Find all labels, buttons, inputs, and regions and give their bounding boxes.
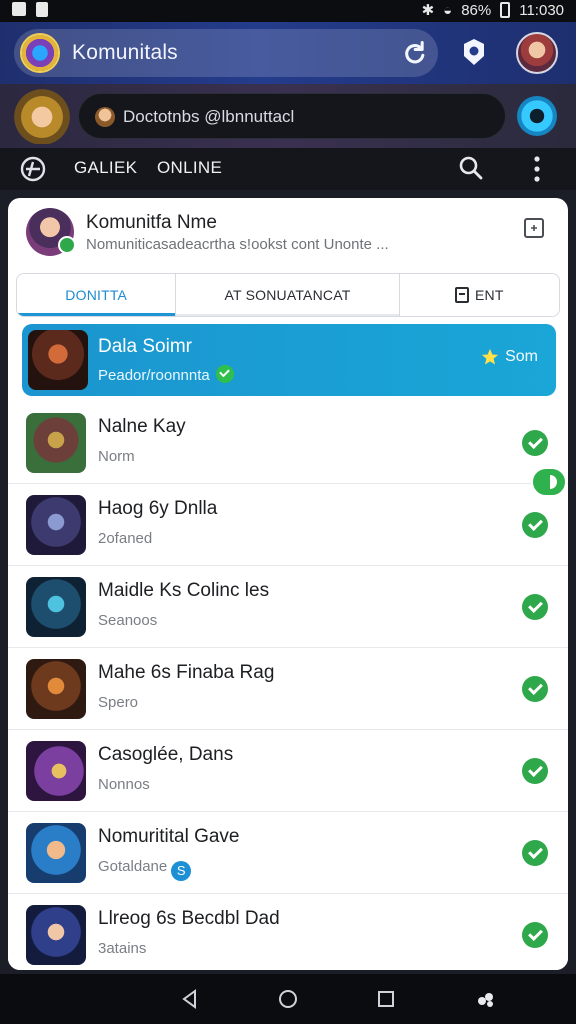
list-item[interactable]: Haog 6y Dnlla 2ofaned bbox=[8, 484, 568, 566]
item-title: Dala Soimr bbox=[98, 336, 192, 357]
check-icon bbox=[522, 758, 548, 784]
item-title: Casoglée, Dans bbox=[98, 744, 234, 765]
community-name: Komunitfa Nme bbox=[86, 212, 217, 233]
app-title: Komunitals bbox=[72, 41, 178, 64]
status-bar: ✱ ◒ 86% 11:030 bbox=[0, 0, 576, 22]
community-avatar[interactable] bbox=[26, 208, 76, 256]
list-item[interactable]: Nalne Kay Norm bbox=[8, 402, 568, 484]
item-title: Nomuritital Gave bbox=[98, 826, 240, 847]
app-logo-icon bbox=[20, 33, 60, 73]
game-thumbnail bbox=[26, 413, 86, 473]
item-title: Maidle Ks Colinc les bbox=[98, 580, 270, 601]
list-item[interactable]: Nomuritital Gave Gotaldane S bbox=[8, 812, 568, 894]
item-title: Llreog 6s Becdbl Dad bbox=[98, 908, 280, 929]
title-pill[interactable]: Komunitals bbox=[14, 29, 438, 77]
chat-icon[interactable] bbox=[517, 96, 557, 136]
game-thumbnail bbox=[26, 659, 86, 719]
check-icon bbox=[522, 676, 548, 702]
wifi-icon: ◒ bbox=[443, 1, 453, 19]
message-input[interactable]: Doctotnbs @lbnnuttacl bbox=[78, 93, 506, 139]
assistant-icon[interactable] bbox=[474, 987, 498, 1011]
search-icon[interactable] bbox=[458, 155, 484, 181]
game-thumbnail bbox=[26, 905, 86, 965]
document-icon bbox=[454, 287, 469, 303]
game-thumbnail bbox=[26, 577, 86, 637]
item-title: Nalne Kay bbox=[98, 416, 186, 437]
list-item[interactable]: Llreog 6s Becdbl Dad 3atains bbox=[8, 894, 568, 970]
compass-icon[interactable] bbox=[18, 154, 48, 184]
notification-icon bbox=[12, 2, 26, 16]
community-card: Komunitfa Nme Nomuniticasadeacrtha s!ook… bbox=[8, 198, 568, 970]
list-item[interactable]: Dala Soimr Peador/roonnnta Som bbox=[22, 324, 556, 396]
item-title: Haog 6y Dnlla bbox=[98, 498, 218, 519]
check-icon bbox=[215, 365, 234, 383]
game-thumbnail bbox=[26, 495, 86, 555]
check-icon bbox=[522, 512, 548, 538]
home-icon[interactable] bbox=[276, 987, 300, 1011]
document-icon bbox=[36, 2, 48, 17]
item-subtitle: Spero bbox=[98, 694, 139, 711]
profile-avatar[interactable] bbox=[516, 32, 558, 74]
item-title: Mahe 6s Finaba Rag bbox=[98, 662, 275, 683]
back-icon[interactable] bbox=[178, 987, 202, 1011]
status-badge: Som bbox=[481, 348, 538, 366]
segment-tabs: DONITTA AT SONUATANCAT ENT bbox=[16, 273, 560, 317]
item-subtitle: Nonnos bbox=[98, 776, 150, 793]
game-thumbnail bbox=[28, 330, 88, 390]
item-subtitle: Gotaldane S bbox=[98, 858, 192, 881]
check-icon bbox=[522, 594, 548, 620]
battery-level: 86% bbox=[461, 1, 492, 19]
community-list: Dala Soimr Peador/roonnnta Som Nalne Kay… bbox=[8, 322, 568, 970]
tab-ent[interactable]: ENT bbox=[400, 274, 559, 316]
hero-character-image bbox=[10, 84, 74, 144]
reload-icon[interactable] bbox=[400, 39, 428, 67]
check-icon bbox=[522, 430, 548, 456]
more-options-icon[interactable] bbox=[530, 155, 544, 183]
community-description: Nomuniticasadeacrtha s!ookst cont Unonte… bbox=[86, 236, 389, 253]
system-nav-bar bbox=[0, 974, 576, 1024]
s-badge-icon: S bbox=[171, 861, 192, 881]
game-thumbnail bbox=[26, 741, 86, 801]
star-icon bbox=[481, 348, 499, 365]
hero-banner: Doctotnbs @lbnnuttacl bbox=[0, 84, 576, 148]
battery-icon bbox=[500, 2, 511, 18]
item-subtitle: 2ofaned bbox=[98, 530, 153, 547]
settings-icon[interactable] bbox=[458, 36, 490, 68]
item-subtitle: Norm bbox=[98, 448, 135, 465]
toggle-icon[interactable] bbox=[531, 467, 567, 497]
tab-online[interactable]: ONLINE bbox=[157, 158, 222, 178]
list-item[interactable]: Maidle Ks Colinc les Seanoos bbox=[8, 566, 568, 648]
clock: 11:030 bbox=[519, 1, 564, 19]
app-bar: Komunitals bbox=[0, 22, 576, 84]
tab-galiek[interactable]: GALIEK bbox=[74, 158, 137, 178]
bluetooth-icon: ✱ bbox=[421, 2, 435, 19]
check-icon bbox=[522, 922, 548, 948]
tab-donitta[interactable]: DONITTA bbox=[17, 274, 177, 316]
list-item[interactable]: Mahe 6s Finaba Rag Spero bbox=[8, 648, 568, 730]
item-subtitle: Peador/roonnnta bbox=[98, 365, 234, 384]
expand-icon[interactable] bbox=[522, 216, 546, 240]
community-header: Komunitfa Nme Nomuniticasadeacrtha s!ook… bbox=[8, 198, 568, 268]
sender-avatar bbox=[95, 107, 115, 127]
item-subtitle: 3atains bbox=[98, 940, 147, 957]
list-item[interactable]: Casoglée, Dans Nonnos bbox=[8, 730, 568, 812]
recents-icon[interactable] bbox=[374, 987, 398, 1011]
tab-ent-label: ENT bbox=[474, 287, 504, 303]
verified-icon bbox=[58, 236, 76, 254]
top-nav: GALIEK ONLINE bbox=[0, 148, 576, 190]
message-text: Doctotnbs @lbnnuttacl bbox=[123, 107, 295, 126]
tab-at-sonuatancat[interactable]: AT SONUATANCAT bbox=[176, 274, 400, 316]
game-thumbnail bbox=[26, 823, 86, 883]
item-subtitle: Seanoos bbox=[98, 612, 158, 629]
check-icon bbox=[522, 840, 548, 866]
